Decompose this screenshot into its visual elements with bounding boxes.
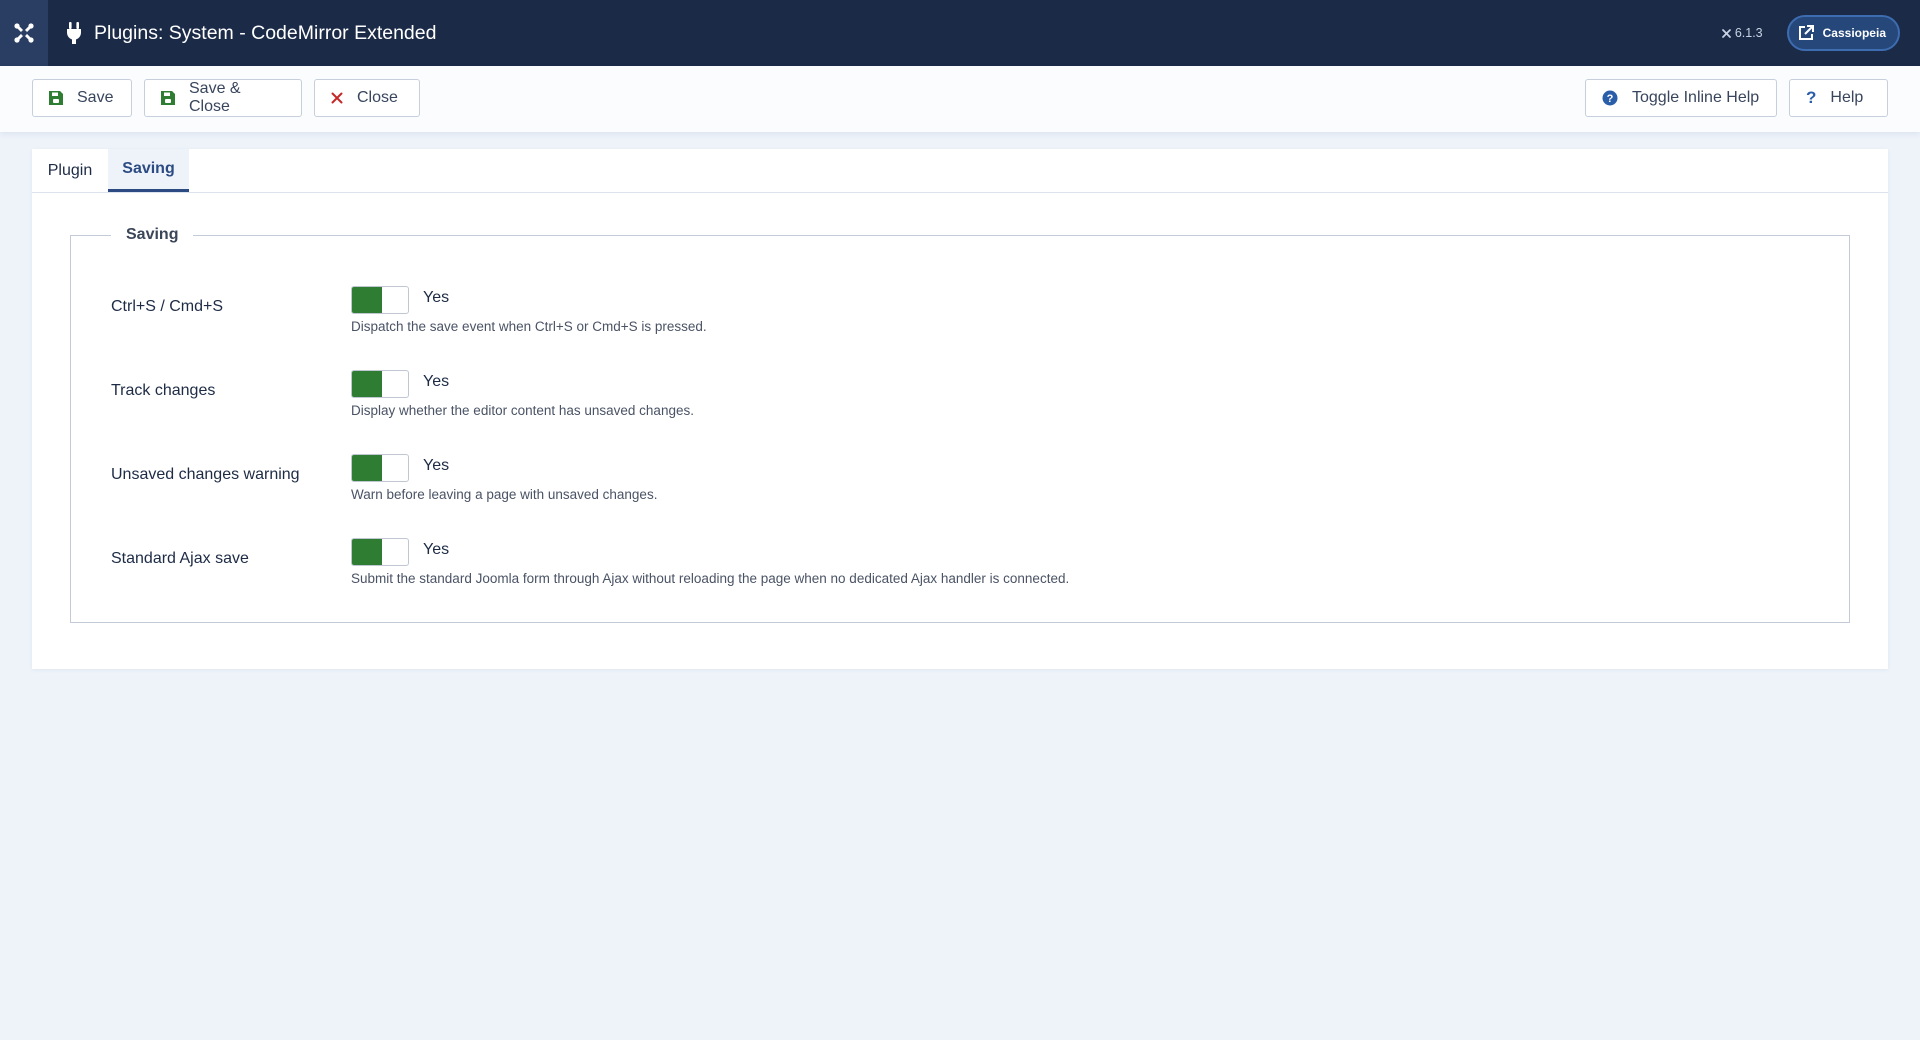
site-name: Cassiopeia — [1822, 26, 1886, 40]
page-heading: Plugins: System - CodeMirror Extended — [64, 21, 436, 45]
joomla-small-icon — [1721, 28, 1731, 38]
question-circle-icon: ? — [1602, 90, 1618, 106]
plug-icon — [67, 22, 81, 44]
save-label: Save — [77, 89, 114, 106]
field-label: Standard Ajax save — [111, 550, 249, 567]
field-row-track-changes: Track changes Yes Display whether the ed… — [71, 369, 1851, 429]
version-badge: 6.1.3 — [1721, 26, 1763, 40]
toggle-value: Yes — [423, 457, 450, 474]
svg-text:?: ? — [1607, 93, 1614, 105]
save-close-button[interactable]: Save & Close — [144, 79, 302, 117]
save-close-label: Save & Close — [189, 80, 241, 115]
field-label: Track changes — [111, 382, 216, 399]
toggle-knob — [352, 539, 382, 565]
page-title: Plugins: System - CodeMirror Extended — [94, 21, 437, 44]
toggle-inline-help-button[interactable]: ? Toggle Inline Help — [1585, 79, 1777, 117]
help-label: Help — [1830, 89, 1864, 106]
toggle-inline-help-label: Toggle Inline Help — [1632, 89, 1760, 106]
field-label: Ctrl+S / Cmd+S — [111, 298, 224, 315]
tab-bar: Plugin Saving — [32, 149, 1888, 193]
plugin-form-card: Plugin Saving Saving Ctrl+S / Cmd+S Yes … — [32, 149, 1888, 669]
field-row-ajax-save: Standard Ajax save Yes Submit the standa… — [71, 537, 1851, 597]
toggle-value: Yes — [423, 289, 450, 306]
close-button[interactable]: Close — [314, 79, 420, 117]
tab-saving-label: Saving — [122, 160, 175, 177]
external-link-icon — [1798, 25, 1814, 40]
version-text: 6.1.3 — [1734, 26, 1763, 40]
saving-fieldset: Saving Ctrl+S / Cmd+S Yes Dispatch the s… — [70, 220, 1851, 623]
toggle-switch[interactable] — [351, 538, 409, 566]
toggle-knob — [352, 455, 382, 481]
toggle-knob — [352, 287, 382, 313]
toggle-value: Yes — [423, 541, 450, 558]
tab-saving[interactable]: Saving — [108, 149, 189, 192]
joomla-logo-button[interactable] — [0, 0, 48, 66]
field-row-ctrl-s: Ctrl+S / Cmd+S Yes Dispatch the save eve… — [71, 285, 1851, 345]
field-description: Display whether the editor content has u… — [351, 403, 694, 418]
tab-plugin[interactable]: Plugin — [32, 149, 108, 192]
toggle-switch[interactable] — [351, 370, 409, 398]
toggle-switch[interactable] — [351, 286, 409, 314]
close-icon — [331, 92, 343, 104]
joomla-logo-icon — [14, 23, 34, 43]
toggle-switch[interactable] — [351, 454, 409, 482]
field-row-unsaved-warning: Unsaved changes warning Yes Warn before … — [71, 453, 1851, 513]
site-preview-button[interactable]: Cassiopeia — [1786, 15, 1900, 51]
toggle-value: Yes — [423, 373, 450, 390]
tab-plugin-label: Plugin — [47, 161, 93, 179]
help-button[interactable]: ? Help — [1789, 79, 1888, 117]
field-label: Unsaved changes warning — [111, 466, 300, 483]
top-header: Plugins: System - CodeMirror Extended 6.… — [0, 0, 1920, 66]
toggle-knob — [352, 371, 382, 397]
question-mark-icon: ? — [1806, 88, 1817, 107]
toolbar: Save Save & Close Close ? Toggle Inline … — [0, 66, 1920, 132]
floppy-disk-icon — [161, 91, 175, 105]
field-description: Submit the standard Joomla form through … — [351, 571, 1070, 586]
fieldset-legend: Saving — [111, 220, 194, 250]
floppy-disk-icon — [49, 91, 63, 105]
field-description: Dispatch the save event when Ctrl+S or C… — [351, 319, 707, 334]
save-button[interactable]: Save — [32, 79, 132, 117]
close-label: Close — [357, 89, 398, 106]
field-description: Warn before leaving a page with unsaved … — [351, 487, 658, 502]
